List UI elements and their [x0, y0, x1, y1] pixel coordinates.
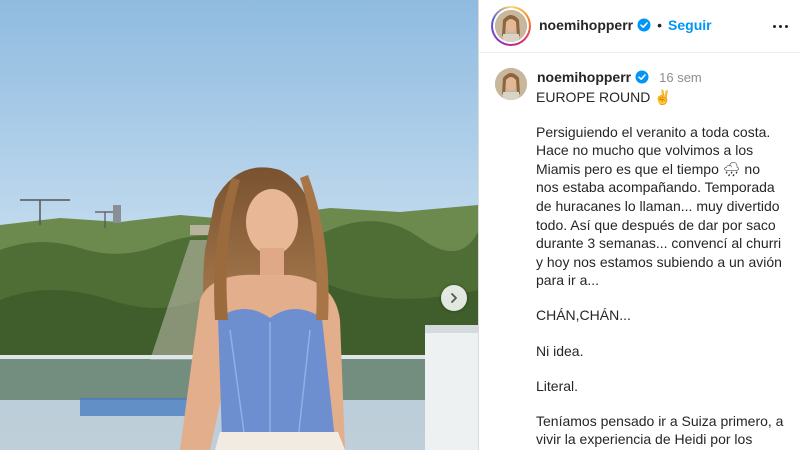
separator-dot: •	[657, 17, 663, 33]
caption-avatar[interactable]	[495, 68, 527, 100]
caption-paragraph: Teníamos pensado ir a Suiza primero, a v…	[536, 412, 784, 448]
caption-paragraph: Persiguiendo el veranito a toda costa. H…	[536, 123, 782, 289]
follow-button[interactable]: Seguir	[668, 17, 712, 33]
post-header: noemihopperr • Seguir	[479, 0, 800, 53]
username[interactable]: noemihopperr	[539, 17, 633, 33]
caption-paragraph: Literal.	[536, 377, 579, 394]
caption-paragraph: CHÁN,CHÁN...	[536, 307, 631, 324]
post-timestamp[interactable]: 16 sem	[659, 70, 702, 85]
post-media[interactable]	[0, 0, 478, 450]
next-slide-button[interactable]	[441, 285, 467, 311]
verified-badge-icon	[635, 70, 649, 84]
caption-username[interactable]: noemihopperr	[537, 69, 631, 85]
caption-header: noemihopperr 16 sem	[537, 69, 702, 85]
avatar[interactable]	[495, 10, 527, 42]
post-details-panel: noemihopperr • Seguir noemihopperr 16 se…	[478, 0, 800, 450]
post-photo	[0, 0, 478, 450]
chevron-right-icon	[451, 293, 457, 303]
caption-line: EUROPE ROUND ✌️	[536, 89, 672, 105]
header-user: noemihopperr • Seguir	[539, 17, 712, 33]
post-caption: EUROPE ROUND ✌️ Persiguiendo el veranito…	[536, 88, 786, 465]
verified-badge-icon	[637, 18, 651, 32]
more-options-icon[interactable]	[768, 14, 792, 38]
caption-paragraph: Ni idea.	[536, 342, 584, 359]
story-ring[interactable]	[491, 6, 531, 46]
